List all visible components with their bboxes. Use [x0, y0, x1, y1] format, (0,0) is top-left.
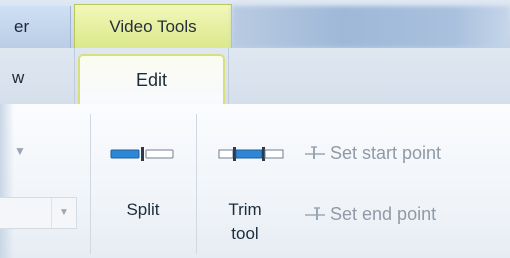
- group-separator: [90, 114, 91, 254]
- group-separator: [196, 114, 197, 254]
- split-button[interactable]: Split: [112, 198, 174, 222]
- split-icon[interactable]: [110, 146, 174, 167]
- chevron-down-icon[interactable]: ▼: [14, 144, 26, 158]
- tab-view[interactable]: w: [0, 48, 75, 104]
- ribbon-left-edge: [0, 104, 14, 258]
- title-bar: er Video Tools: [0, 0, 510, 49]
- tab-divider: [228, 48, 229, 104]
- trim-tool-button[interactable]: Trim tool: [214, 198, 276, 246]
- tab-edit[interactable]: Edit: [78, 54, 225, 107]
- contextual-group-video-tools: Video Tools: [74, 4, 232, 49]
- set-end-point-label: Set end point: [330, 204, 437, 224]
- trim-label-line2: tool: [231, 224, 259, 243]
- set-start-point-button[interactable]: Set start point: [304, 140, 441, 166]
- trim-tool-icon[interactable]: [218, 146, 284, 167]
- set-start-point-label: Set start point: [330, 143, 442, 163]
- title-bar-background: [232, 6, 510, 48]
- split-label: Split: [126, 200, 160, 219]
- set-end-point-button[interactable]: Set end point: [304, 201, 436, 227]
- ribbon-tab-row: w Edit: [0, 48, 510, 107]
- trim-label-line1: Trim: [228, 200, 262, 219]
- set-end-point-icon: [304, 202, 330, 228]
- chevron-down-icon[interactable]: ▼: [51, 198, 76, 228]
- window: er Video Tools w Edit ▼ ▼ Split Trim too…: [0, 0, 510, 258]
- title-tab-fragment: er: [0, 6, 71, 48]
- set-start-point-icon: [304, 141, 330, 167]
- ribbon-panel: ▼ ▼ Split Trim tool Set start point Set …: [0, 104, 510, 258]
- dropdown-combo[interactable]: ▼: [0, 197, 77, 229]
